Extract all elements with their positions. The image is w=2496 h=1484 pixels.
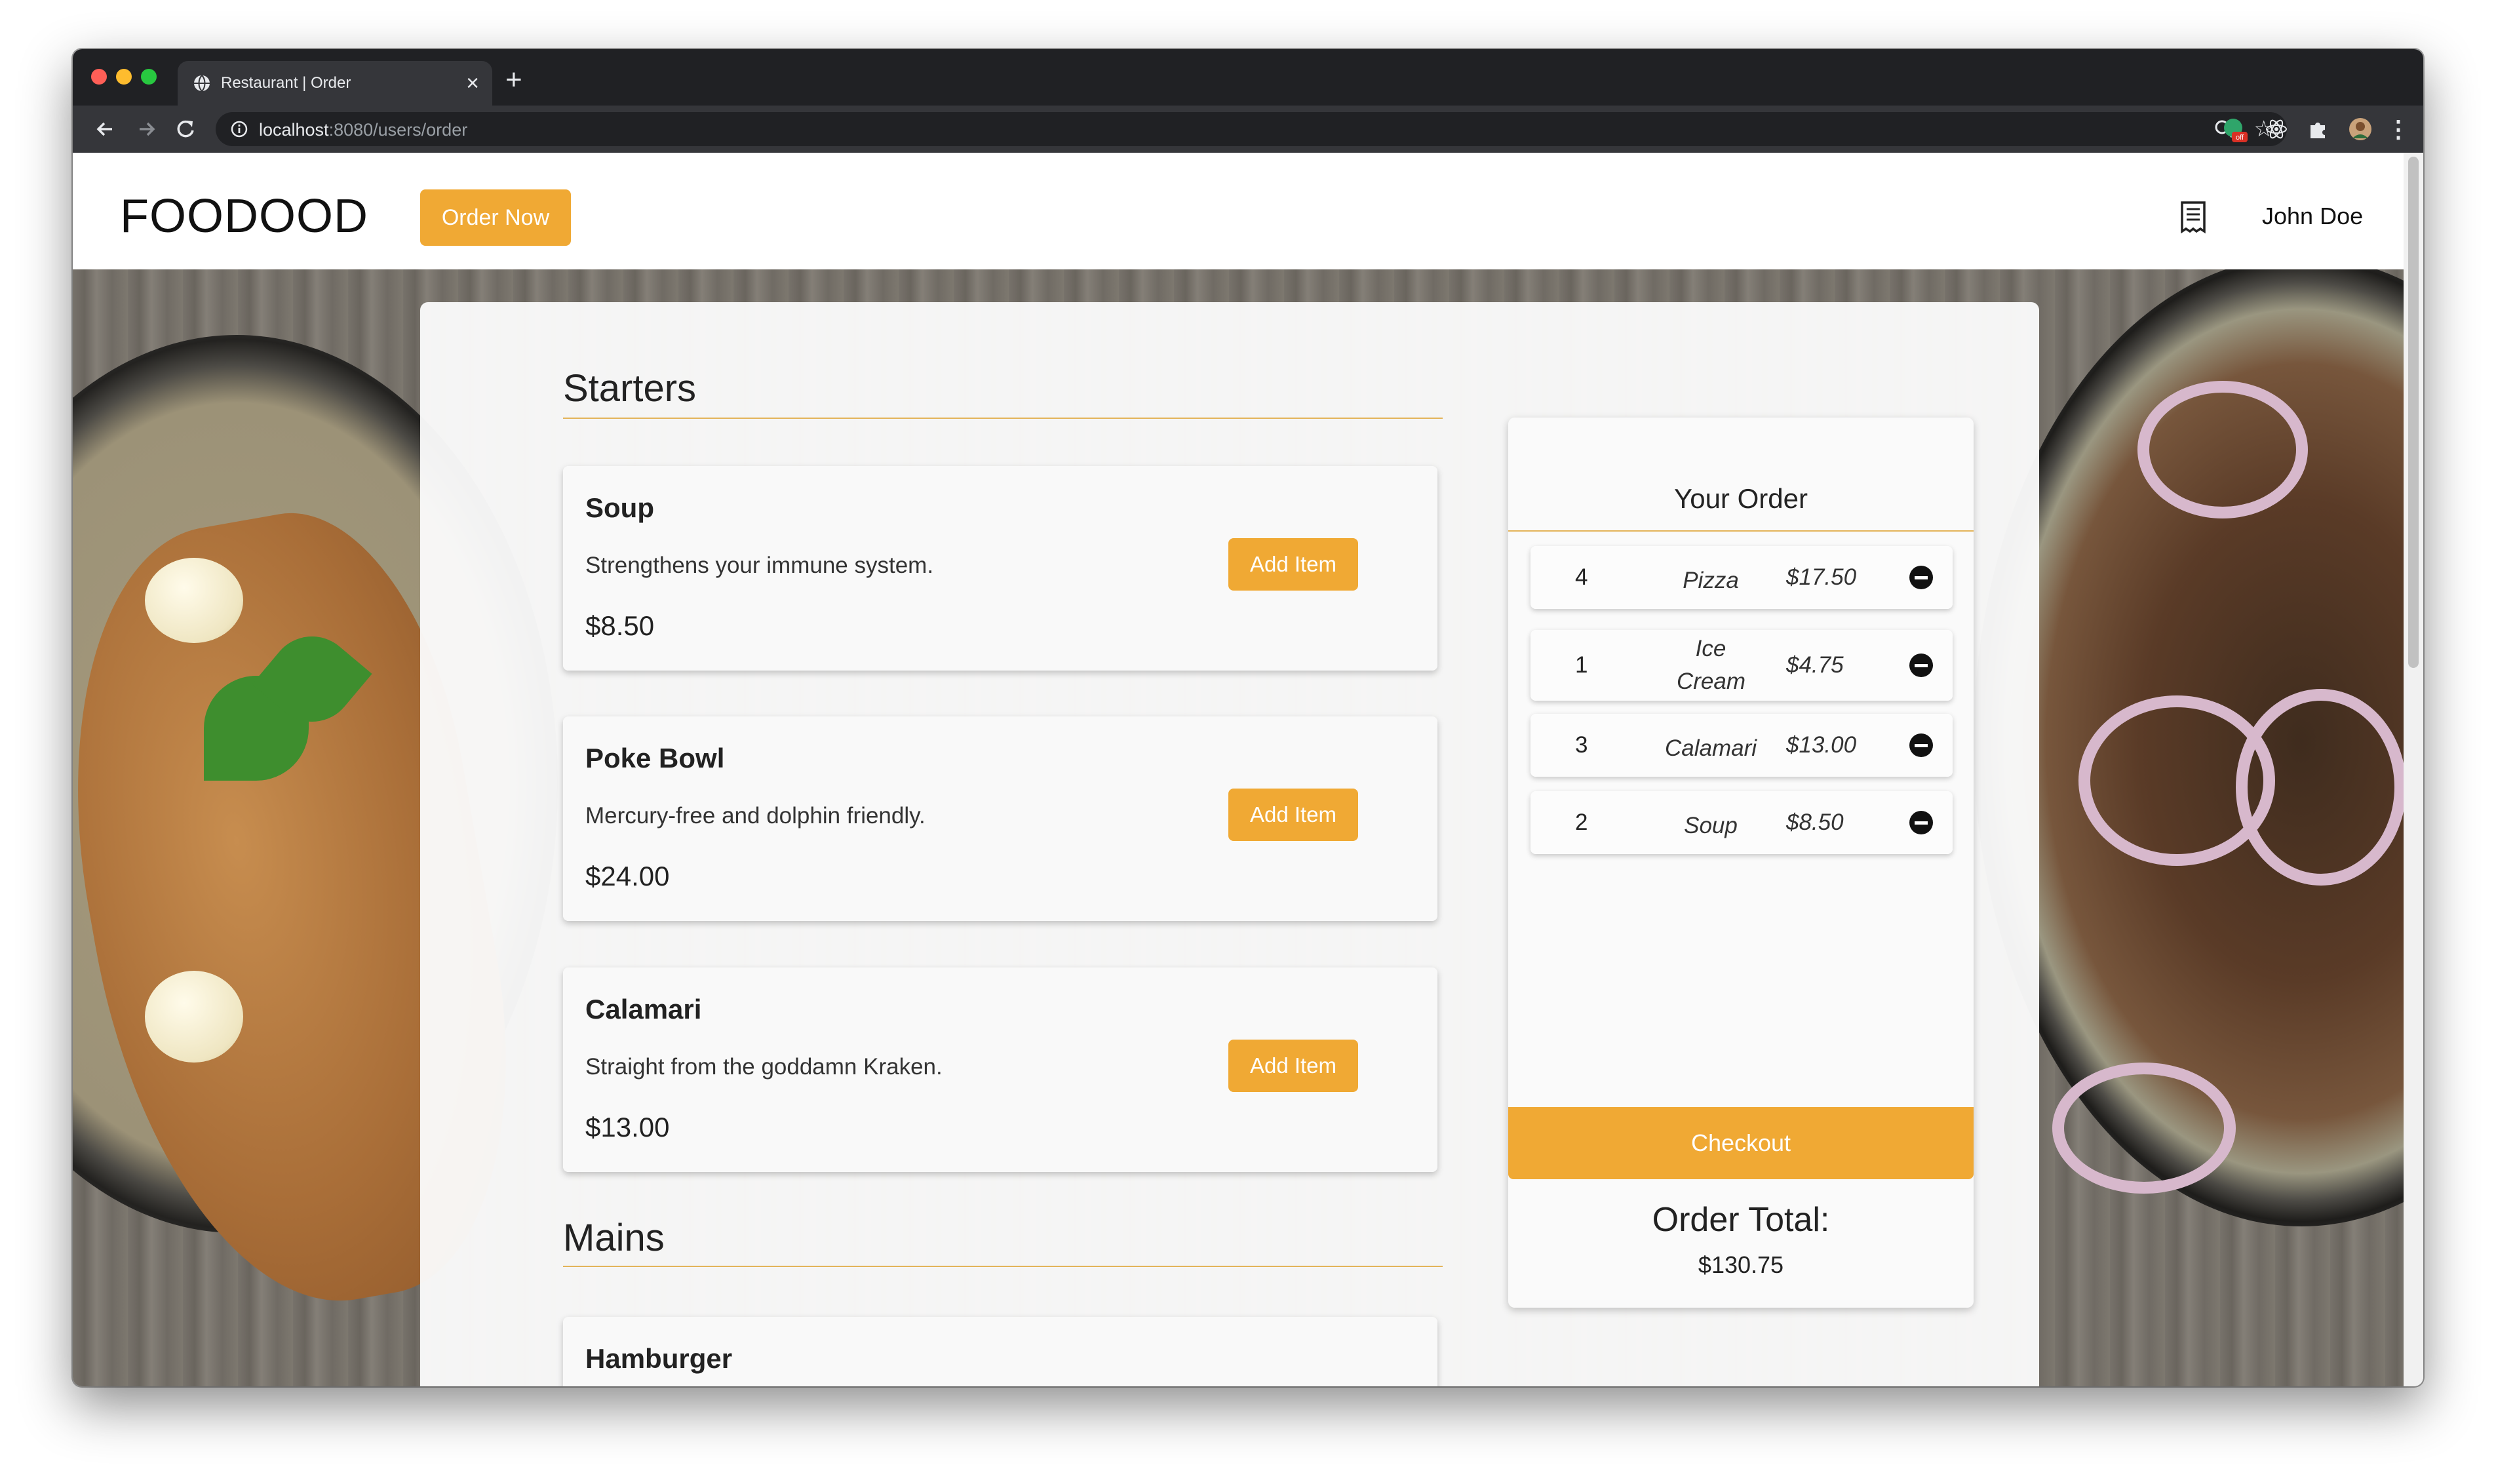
menu-item-soup: Soup Strengthens your immune system. $8.… [563,466,1437,671]
menu-item-hamburger: Hamburger [563,1317,1437,1386]
section-divider [563,418,1443,419]
browser-window: Restaurant | Order × + localhost:8080/us… [73,49,2423,1386]
order-item-price: $8.50 [1786,810,1844,835]
page-viewport: FOODOOD Order Now John Doe Starters Soup… [73,153,2423,1386]
cream-dollop-image [145,558,243,643]
brand-logo[interactable]: FOODOOD [120,189,368,243]
item-price: $8.50 [585,610,655,641]
close-tab-icon[interactable]: × [466,70,479,96]
order-item-price: $17.50 [1786,564,1857,590]
address-bar[interactable]: localhost:8080/users/order ☆ [216,112,2287,146]
order-total-value: $130.75 [1698,1251,1784,1278]
add-item-button[interactable]: Add Item [1228,1040,1358,1092]
site-navbar: FOODOOD Order Now John Doe [73,153,2404,269]
browser-menu-icon[interactable]: ⋮ [2387,113,2410,145]
item-name: Calamari [585,994,702,1025]
info-icon[interactable] [230,120,248,138]
extension-badge-icon[interactable]: off [2221,116,2248,142]
order-now-button[interactable]: Order Now [420,189,571,246]
order-qty: 3 [1575,732,1588,758]
order-item-name: Ice Cream [1677,636,1746,694]
user-name[interactable]: John Doe [2262,203,2363,230]
onion-ring-image [2137,381,2308,518]
profile-avatar-icon[interactable] [2347,116,2373,142]
item-description: Straight from the goddamn Kraken. [585,1054,943,1080]
menu-item-calamari: Calamari Straight from the goddamn Krake… [563,967,1437,1172]
item-name: Hamburger [585,1343,733,1374]
cream-dollop-image [145,971,243,1063]
receipt-icon[interactable] [2178,200,2208,234]
url-text[interactable]: localhost:8080/users/order [259,120,467,140]
order-item-name: Calamari [1664,735,1757,761]
item-description: Strengthens your immune system. [585,553,934,578]
order-title: Your Order [1674,483,1808,514]
order-qty: 1 [1575,652,1588,678]
order-item-price: $4.75 [1786,652,1844,678]
order-row: 1 Ice Cream $4.75 [1531,630,1953,701]
globe-icon [194,75,210,92]
menu-card: Starters Soup Strengthens your immune sy… [420,302,2039,1386]
remove-circle-icon[interactable] [1909,566,1933,589]
url-path: :8080/users/order [328,120,468,140]
add-item-button[interactable]: Add Item [1228,538,1358,591]
order-row: 3 Calamari $13.00 [1531,714,1953,777]
maximize-window-button[interactable] [141,69,157,85]
order-item-name: Soup [1684,813,1738,838]
section-title-starters: Starters [563,367,697,410]
order-qty: 4 [1575,564,1588,590]
scrollbar-thumb[interactable] [2408,157,2419,668]
url-host: localhost [259,120,329,140]
new-tab-icon[interactable]: + [505,64,522,96]
close-window-button[interactable] [91,69,107,85]
order-item-price: $13.00 [1786,732,1857,758]
order-qty: 2 [1575,810,1588,835]
order-row: 2 Soup $8.50 [1531,791,1953,854]
item-name: Poke Bowl [585,743,725,773]
onion-ring-image [2236,689,2404,886]
browser-toolbar: localhost:8080/users/order ☆ off ⋮ [73,106,2423,153]
section-title-mains: Mains [563,1217,665,1259]
order-divider [1508,530,1974,532]
browser-tab[interactable]: Restaurant | Order × [178,61,492,106]
minimize-window-button[interactable] [116,69,132,85]
remove-circle-icon[interactable] [1909,811,1933,834]
onion-ring-image [2052,1063,2236,1194]
page-scrollbar[interactable] [2404,153,2423,1386]
remove-circle-icon[interactable] [1909,654,1933,677]
checkout-button[interactable]: Checkout [1508,1107,1974,1179]
back-icon[interactable] [91,115,120,144]
forward-icon[interactable] [132,115,161,144]
remove-circle-icon[interactable] [1909,733,1933,757]
order-item-name: Pizza [1683,568,1739,593]
reload-icon[interactable] [171,115,200,144]
section-divider [563,1266,1443,1267]
menu-item-poke-bowl: Poke Bowl Mercury-free and dolphin frien… [563,716,1437,921]
order-row: 4 Pizza $17.50 [1531,546,1953,609]
tab-title: Restaurant | Order [221,74,351,92]
extension-badge-label: off [2236,134,2244,142]
tab-strip: Restaurant | Order × + [73,49,2423,106]
item-price: $13.00 [585,1112,670,1142]
extensions-puzzle-icon[interactable] [2305,116,2331,142]
add-item-button[interactable]: Add Item [1228,789,1358,841]
react-devtools-icon[interactable] [2263,116,2290,142]
order-total-label: Order Total: [1652,1201,1830,1239]
item-description: Mercury-free and dolphin friendly. [585,803,926,829]
item-price: $24.00 [585,861,670,891]
order-panel: Your Order 4 Pizza $17.50 1 Ice Cream $4… [1508,418,1974,1308]
item-name: Soup [585,492,654,523]
